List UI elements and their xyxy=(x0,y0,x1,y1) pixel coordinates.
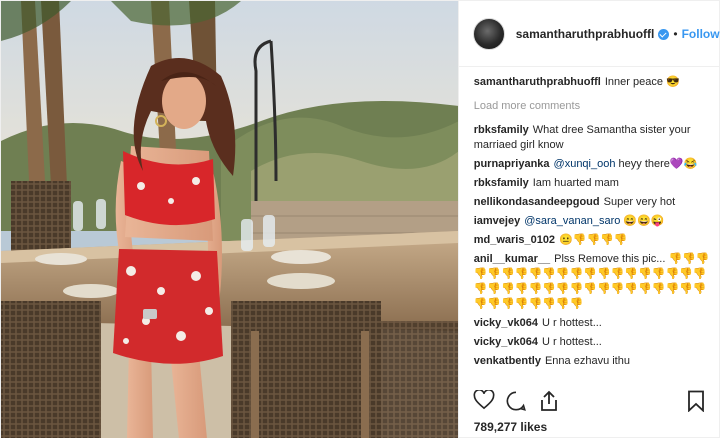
heart-icon[interactable] xyxy=(473,390,495,410)
comment: rbksfamily What dree Samantha sister your… xyxy=(474,123,714,153)
comment-username[interactable]: iamvejey xyxy=(474,215,520,227)
comment: rbksfamily Iam huarted mam xyxy=(474,176,714,191)
verified-badge-icon xyxy=(658,29,670,40)
load-more-comments-button[interactable]: Load more comments xyxy=(474,99,714,114)
avatar[interactable] xyxy=(472,17,505,50)
comment-icon[interactable] xyxy=(505,390,527,412)
comment-text: Enna ezhavu ithu xyxy=(544,355,630,367)
comment: purnapriyanka @xunqi_ooh heyy there💜😂 xyxy=(474,157,714,172)
comment: nellikondasandeepgoud Super very hot xyxy=(474,195,714,210)
comment: venkatbently Enna ezhavu ithu xyxy=(474,354,714,369)
comment-text: 😄😄😜 xyxy=(620,215,665,227)
photo-illustration xyxy=(1,1,458,438)
comment-username[interactable]: venkatbently xyxy=(474,355,541,367)
comment: md_waris_0102 😐👎👎👎👎 xyxy=(474,233,714,248)
comments-list: samantharuthprabhuoffl Inner peace 😎 Load… xyxy=(474,75,714,373)
comment-username[interactable]: purnapriyanka xyxy=(474,158,550,170)
comment-mention[interactable]: @xunqi_ooh xyxy=(554,158,616,170)
comment-text: heyy there💜😂 xyxy=(615,158,698,170)
follow-button[interactable]: Follow xyxy=(682,27,720,41)
comment-text: Super very hot xyxy=(603,196,676,208)
instagram-post: samantharuthprabhuoffl • Follow samantha… xyxy=(0,0,720,438)
separator-dot: • xyxy=(673,26,678,41)
comment-mention[interactable]: @sara_vanan_saro xyxy=(524,215,620,227)
comment-username[interactable]: md_waris_0102 xyxy=(474,234,555,246)
bookmark-icon[interactable] xyxy=(687,390,705,412)
caption-text: Inner peace 😎 xyxy=(604,76,680,88)
comment-username[interactable]: nellikondasandeepgoud xyxy=(474,196,600,208)
comment-text: Iam huarted mam xyxy=(532,177,619,189)
comment-text: U r hottest... xyxy=(541,336,602,348)
comment-text: U r hottest... xyxy=(541,317,602,329)
comment-text: 😐👎👎👎👎 xyxy=(559,234,628,246)
comment: iamvejey @sara_vanan_saro 😄😄😜 xyxy=(474,214,714,229)
comment: vicky_vk064 U r hottest... xyxy=(474,316,714,331)
share-icon[interactable] xyxy=(539,390,559,412)
action-bar xyxy=(459,386,720,416)
caption-username[interactable]: samantharuthprabhuoffl xyxy=(474,76,601,88)
comment-username[interactable]: rbksfamily xyxy=(474,177,529,189)
comment-username[interactable]: vicky_vk064 xyxy=(474,317,538,329)
comment-username[interactable]: anil__kumar__ xyxy=(474,253,550,265)
post-author-username[interactable]: samantharuthprabhuoffl xyxy=(516,27,655,41)
comment-username[interactable]: vicky_vk064 xyxy=(474,336,538,348)
post-side-panel: samantharuthprabhuoffl • Follow samantha… xyxy=(457,1,720,438)
likes-count[interactable]: 789,277 likes xyxy=(474,420,547,434)
post-photo[interactable] xyxy=(1,1,458,438)
comment-username[interactable]: rbksfamily xyxy=(474,124,529,136)
comment: vicky_vk064 U r hottest... xyxy=(474,335,714,350)
post-header: samantharuthprabhuoffl • Follow xyxy=(458,1,720,67)
comment: anil__kumar__ Plss Remove this pic... 👎👎👎… xyxy=(474,252,714,312)
caption: samantharuthprabhuoffl Inner peace 😎 xyxy=(474,75,714,90)
